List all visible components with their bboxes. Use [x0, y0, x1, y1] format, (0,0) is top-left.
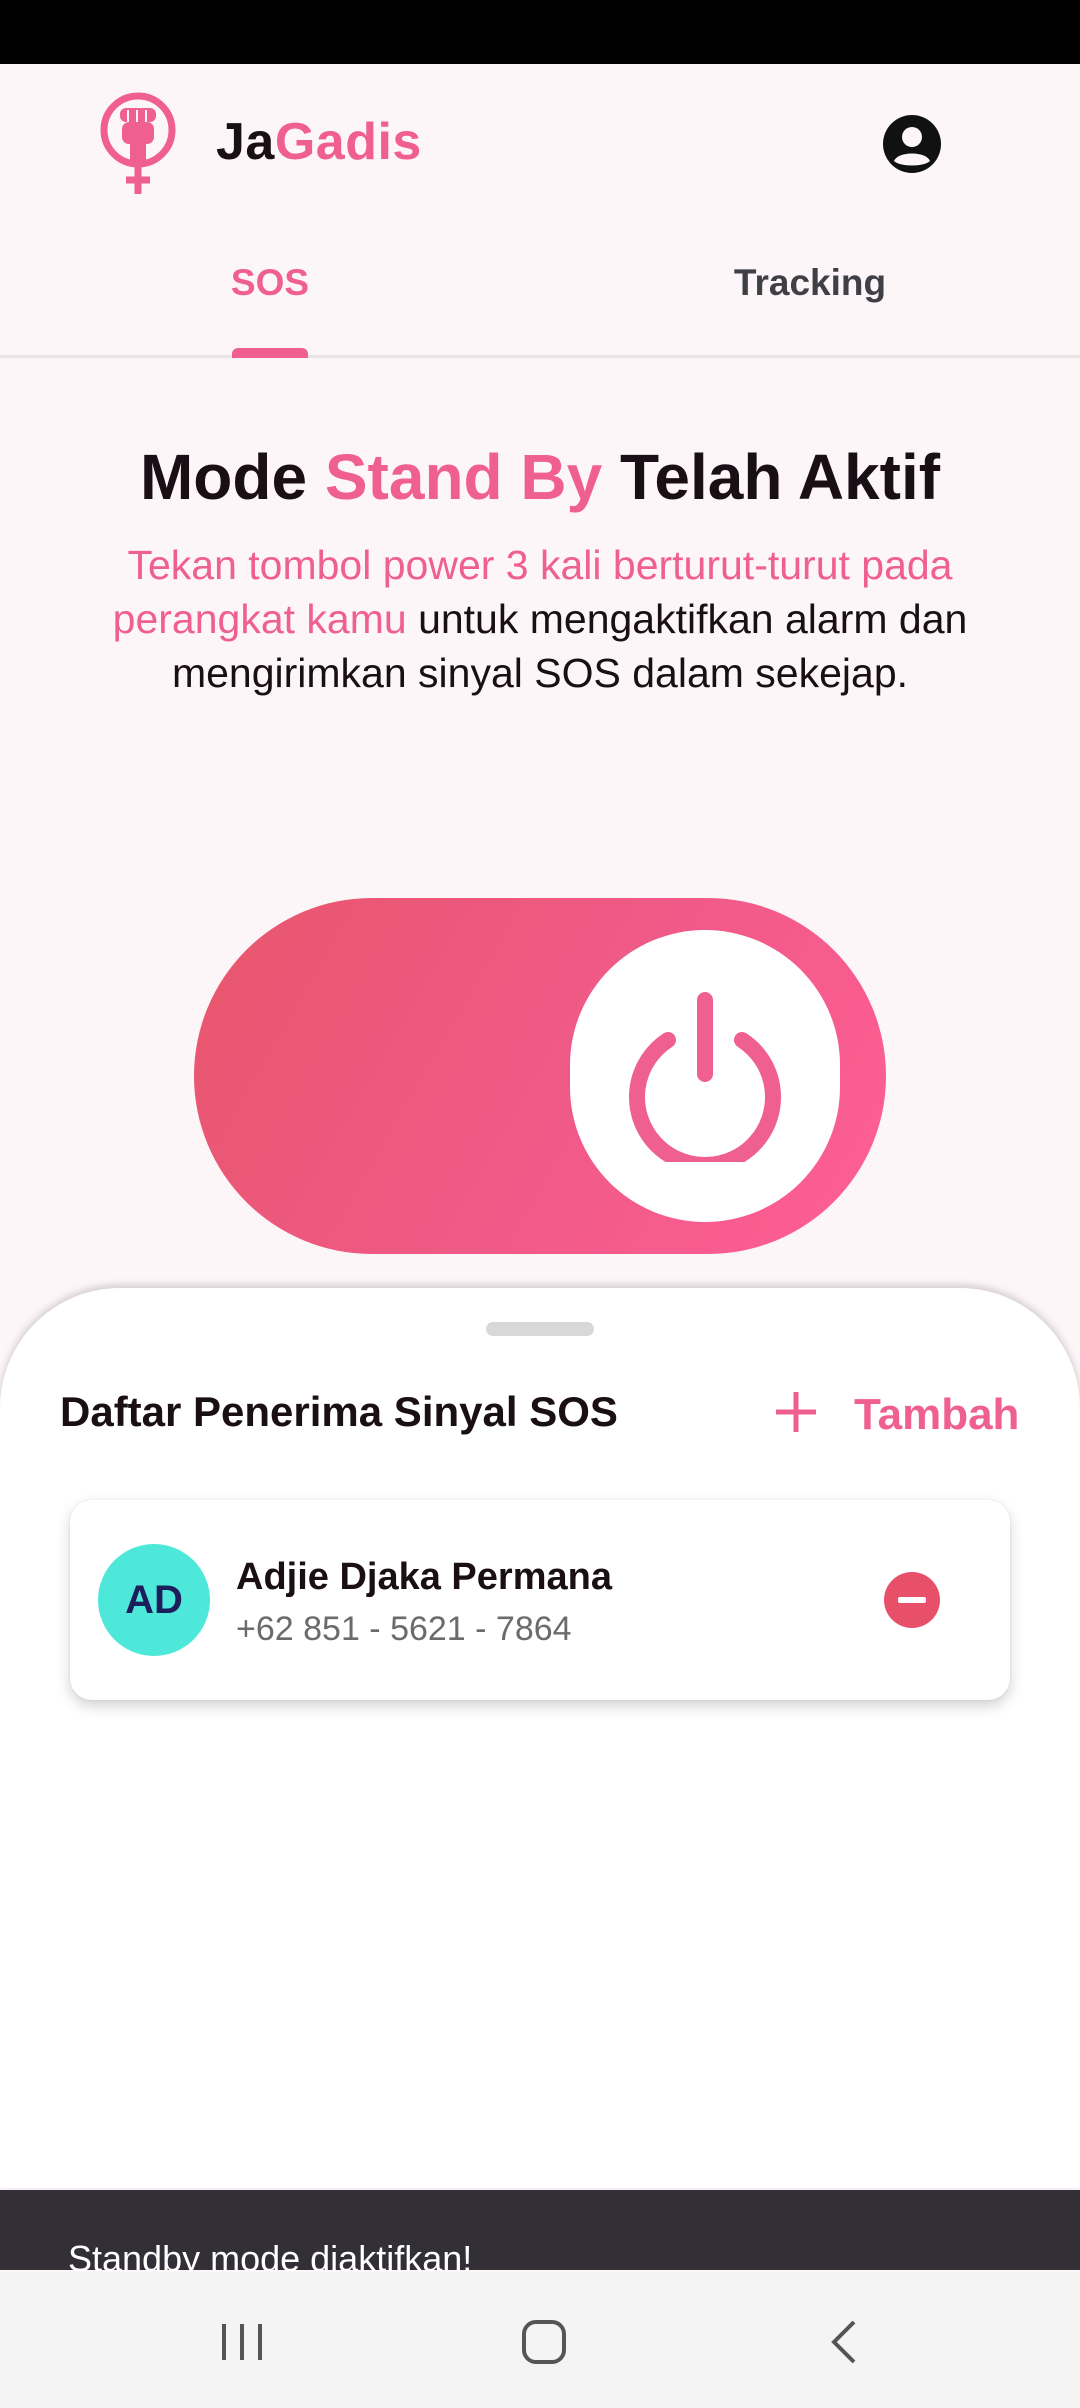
- app-name-part1: Ja: [216, 113, 275, 171]
- headline-part1: Mode: [139, 441, 325, 513]
- home-icon[interactable]: [512, 2310, 576, 2374]
- plus-icon: [776, 1392, 816, 1432]
- sheet-drag-handle[interactable]: [486, 1322, 594, 1336]
- minus-circle-icon[interactable]: [884, 1572, 940, 1628]
- toggle-knob[interactable]: [570, 930, 840, 1222]
- contact-name: Adjie Djaka Permana: [236, 1556, 612, 1598]
- instruction-text: Tekan tombol power 3 kali berturut-turut…: [54, 538, 1026, 700]
- tab-tracking[interactable]: Tracking: [540, 262, 1080, 304]
- avatar: AD: [98, 1544, 210, 1656]
- app-name: JaGadis: [216, 112, 422, 172]
- app-header: JaGadis: [0, 64, 1080, 216]
- snackbar: Standby mode diaktifkan!: [0, 2190, 1080, 2279]
- tab-sos[interactable]: SOS: [0, 262, 540, 304]
- list-item[interactable]: AD Adjie Djaka Permana +62 851 - 5621 - …: [70, 1500, 1010, 1700]
- back-icon[interactable]: [814, 2310, 878, 2374]
- app-name-part2: Gadis: [274, 113, 422, 171]
- active-tab-indicator: [232, 348, 308, 358]
- page-title: Mode Stand By Telah Aktif: [0, 440, 1080, 514]
- headline-part3: Telah Aktif: [602, 441, 941, 513]
- recent-apps-icon[interactable]: [210, 2310, 274, 2374]
- sos-standby-toggle[interactable]: [194, 898, 886, 1254]
- account-circle-icon[interactable]: [882, 114, 942, 174]
- tab-bar: SOS Tracking: [0, 232, 1080, 358]
- headline-part2: Stand By: [324, 441, 603, 513]
- contact-phone: +62 851 - 5621 - 7864: [236, 1610, 572, 1648]
- recipients-sheet: Daftar Penerima Sinyal SOS Tambah: [0, 1288, 1080, 2188]
- system-nav-bar: [0, 2272, 1080, 2408]
- power-icon: [629, 992, 781, 1162]
- add-recipient-button[interactable]: Tambah: [772, 1380, 1032, 1444]
- add-recipient-label: Tambah: [854, 1390, 1020, 1439]
- status-bar: [0, 0, 1080, 64]
- female-fist-icon: [100, 92, 176, 194]
- recipients-title: Daftar Penerima Sinyal SOS: [60, 1388, 618, 1435]
